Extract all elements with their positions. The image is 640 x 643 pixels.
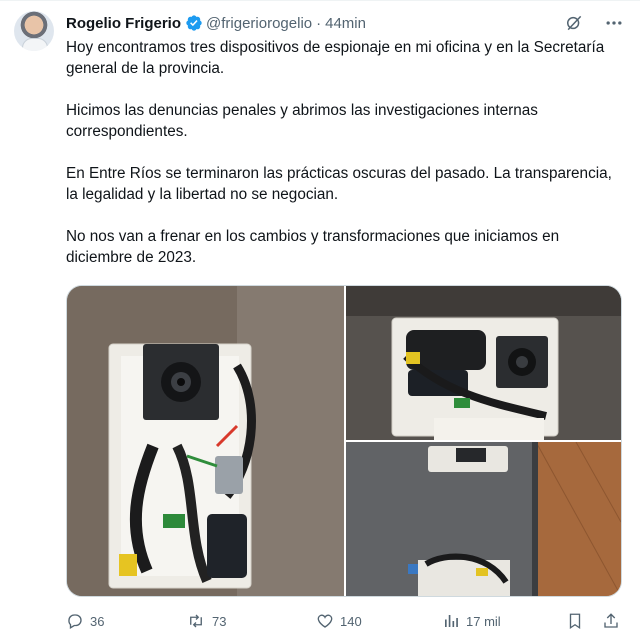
top-actions [564, 13, 624, 33]
share-icon [604, 613, 618, 628]
retweet-icon [190, 614, 202, 628]
action-bar: 36 73 140 17 mil [66, 609, 622, 633]
photo-desk-overview[interactable] [346, 442, 621, 596]
bookmark-button[interactable] [566, 612, 584, 630]
retweet-button[interactable]: 73 [186, 612, 226, 630]
views-button[interactable]: 17 mil [442, 612, 501, 630]
tweet-paragraph: En Entre Ríos se terminaron las práctica… [66, 165, 612, 203]
share-button[interactable] [602, 612, 620, 630]
photo-device-detail[interactable] [346, 286, 621, 440]
bookmark-icon [569, 613, 581, 630]
heart-icon [317, 614, 333, 628]
retweet-count: 73 [212, 613, 227, 629]
tweet-paragraph: Hoy encontramos tres dispositivos de esp… [66, 39, 605, 77]
avatar[interactable] [14, 11, 54, 51]
tweet-paragraph: No nos van a frenar en los cambios y tra… [66, 228, 560, 266]
separator-dot: · [316, 14, 322, 32]
author-handle[interactable]: @frigeriorogelio [206, 15, 312, 32]
reply-button[interactable]: 36 [66, 612, 104, 630]
verified-badge-icon [185, 14, 203, 32]
more-icon[interactable] [604, 13, 624, 33]
views-count: 17 mil [466, 613, 501, 629]
tweet-paragraph: Hicimos las denuncias penales y abrimos … [66, 102, 538, 140]
post-time[interactable]: 44min [325, 15, 366, 32]
reply-count: 36 [90, 613, 105, 629]
author-name[interactable]: Rogelio Frigerio [66, 15, 181, 32]
views-icon [445, 615, 458, 627]
like-count: 140 [340, 613, 362, 629]
like-button[interactable]: 140 [316, 612, 362, 630]
tweet-header: Rogelio Frigerio @frigeriorogelio · 44mi… [66, 13, 366, 33]
media-grid [66, 285, 622, 597]
photo-spy-camera-box[interactable] [67, 286, 344, 596]
tweet-text: Hoy encontramos tres dispositivos de esp… [66, 37, 620, 289]
tweet-card[interactable]: Rogelio Frigerio @frigeriorogelio · 44mi… [0, 0, 640, 643]
reply-icon [68, 614, 82, 629]
grok-icon[interactable] [564, 13, 584, 33]
